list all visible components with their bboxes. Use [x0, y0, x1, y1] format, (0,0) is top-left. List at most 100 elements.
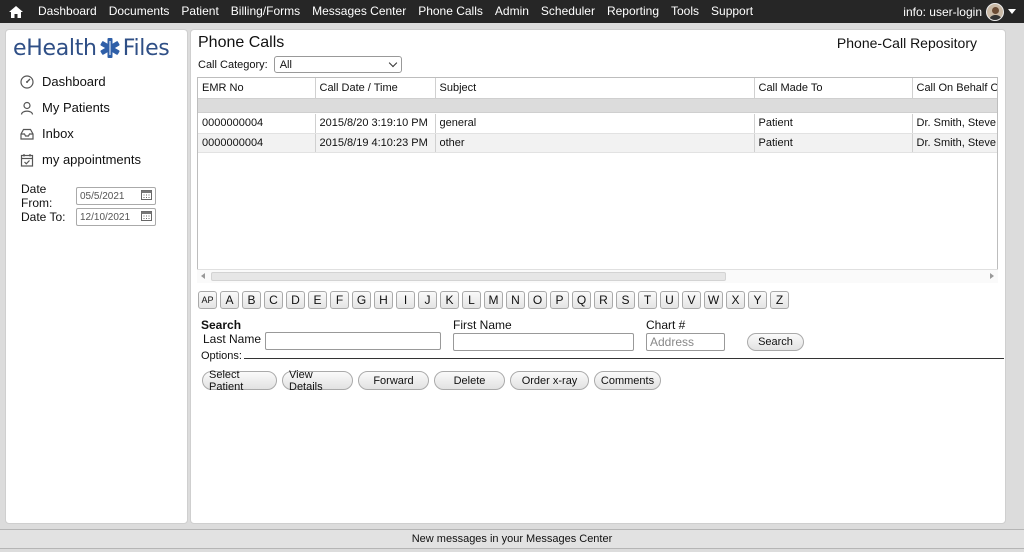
search-button[interactable]: Search — [747, 333, 804, 351]
phone-calls-grid: EMR No Call Date / Time Subject Call Mad… — [197, 77, 998, 283]
alpha-key-d[interactable]: D — [286, 291, 305, 309]
menu-reporting[interactable]: Reporting — [601, 0, 665, 23]
column-header-call-date-time[interactable]: Call Date / Time — [315, 78, 436, 99]
last-name-label: Last Name — [203, 332, 262, 346]
forward-button[interactable]: Forward — [358, 371, 429, 390]
alpha-key-c[interactable]: C — [264, 291, 283, 309]
date-to-value: 12/10/2021 — [80, 211, 131, 223]
user-menu[interactable]: info: user-login — [903, 0, 1016, 23]
view-details-button[interactable]: View Details — [282, 369, 353, 393]
star-of-life-icon — [99, 37, 121, 61]
search-heading: Search — [201, 318, 242, 332]
alpha-key-h[interactable]: H — [374, 291, 393, 309]
menu-support[interactable]: Support — [705, 0, 759, 23]
chart-number-label: Chart # — [646, 318, 686, 332]
column-header-subject[interactable]: Subject — [435, 78, 755, 99]
sidebar-item-my-patients[interactable]: My Patients — [20, 100, 110, 115]
top-nav-bar: Dashboard Documents Patient Billing/Form… — [0, 0, 1024, 23]
date-from-label: Date From: — [21, 182, 53, 210]
chevron-down-icon — [388, 58, 397, 68]
select-patient-button[interactable]: Select Patient — [202, 369, 277, 393]
alpha-key-r[interactable]: R — [594, 291, 613, 309]
alpha-key-p[interactable]: P — [550, 291, 569, 309]
cell-call-date-time: 2015/8/19 4:10:23 PM — [315, 133, 436, 153]
date-from-field[interactable]: 05/5/2021 — [76, 187, 156, 205]
user-label: info: user-login — [903, 4, 982, 19]
alpha-key-u[interactable]: U — [660, 291, 679, 309]
calendar-icon[interactable] — [141, 210, 152, 224]
order-x-ray-button[interactable]: Order x-ray — [510, 371, 589, 390]
menu-scheduler[interactable]: Scheduler — [535, 0, 601, 23]
alpha-key-m[interactable]: M — [484, 291, 503, 309]
comments-button[interactable]: Comments — [594, 371, 661, 390]
alpha-key-z[interactable]: Z — [770, 291, 789, 309]
sidebar-item-inbox[interactable]: Inbox — [20, 126, 74, 141]
alpha-key-j[interactable]: J — [418, 291, 437, 309]
scroll-right-icon[interactable] — [990, 273, 994, 279]
sidebar-item-dashboard[interactable]: Dashboard — [20, 74, 106, 89]
status-message[interactable]: New messages in your Messages Center — [412, 533, 613, 545]
alpha-key-n[interactable]: N — [506, 291, 525, 309]
options-label: Options: — [201, 350, 242, 362]
alpha-key-x[interactable]: X — [726, 291, 745, 309]
sidebar-item-my-appointments[interactable]: my appointments — [20, 152, 141, 167]
call-category-select[interactable]: All — [273, 56, 402, 73]
table-row[interactable]: 0000000004 2015/8/20 3:19:10 PM general … — [198, 114, 997, 134]
scroll-left-icon[interactable] — [201, 273, 205, 279]
alpha-key-l[interactable]: L — [462, 291, 481, 309]
date-to-field[interactable]: 12/10/2021 — [76, 208, 156, 226]
filter-row — [198, 98, 997, 113]
alpha-key-q[interactable]: Q — [572, 291, 591, 309]
menu-tools[interactable]: Tools — [665, 0, 705, 23]
date-to-row: Date To: 12/10/2021 — [21, 208, 156, 226]
action-buttons: Select Patient View Details Forward Dele… — [202, 369, 661, 393]
avatar — [986, 2, 1004, 21]
call-category-value: All — [279, 58, 292, 71]
alpha-key-w[interactable]: W — [704, 291, 723, 309]
calendar-check-icon — [20, 153, 34, 167]
alpha-key-f[interactable]: F — [330, 291, 349, 309]
alpha-key-g[interactable]: G — [352, 291, 371, 309]
menu-patient[interactable]: Patient — [175, 0, 224, 23]
alpha-key-o[interactable]: O — [528, 291, 547, 309]
menu-documents[interactable]: Documents — [103, 0, 176, 23]
menu-messages-center[interactable]: Messages Center — [306, 0, 412, 23]
cell-call-made-to: Patient — [754, 133, 913, 153]
date-to-label: Date To: — [21, 210, 66, 224]
chart-number-input[interactable]: Address — [646, 333, 725, 351]
column-header-call-made-to[interactable]: Call Made To — [754, 78, 913, 99]
cell-call-made-to: Patient — [754, 114, 913, 134]
last-name-input[interactable] — [265, 332, 441, 350]
logo-text-left: eHealth — [13, 36, 97, 61]
sidebar-item-label: Dashboard — [42, 74, 106, 89]
scrollbar-thumb[interactable] — [211, 272, 726, 281]
sidebar-item-label: My Patients — [42, 100, 110, 115]
alpha-key-t[interactable]: T — [638, 291, 657, 309]
alpha-key-ap[interactable]: AP — [198, 291, 217, 309]
caret-down-icon — [1008, 9, 1016, 14]
alpha-key-v[interactable]: V — [682, 291, 701, 309]
alpha-key-k[interactable]: K — [440, 291, 459, 309]
table-row[interactable]: 0000000004 2015/8/19 4:10:23 PM other Pa… — [198, 133, 997, 153]
alpha-key-e[interactable]: E — [308, 291, 327, 309]
alpha-key-a[interactable]: A — [220, 291, 239, 309]
sidebar: eHealth Files Dashboard My Patients Inbo… — [5, 29, 188, 524]
menu-admin[interactable]: Admin — [489, 0, 535, 23]
date-from-value: 05/5/2021 — [80, 190, 125, 202]
column-header-emr-no[interactable]: EMR No — [198, 78, 316, 99]
alpha-key-b[interactable]: B — [242, 291, 261, 309]
column-header-call-on-behalf-of[interactable]: Call On Behalf Of — [912, 78, 997, 99]
menu-phone-calls[interactable]: Phone Calls — [412, 0, 489, 23]
alpha-key-y[interactable]: Y — [748, 291, 767, 309]
home-icon[interactable] — [0, 0, 32, 23]
alpha-key-i[interactable]: I — [396, 291, 415, 309]
sidebar-item-label: my appointments — [42, 152, 141, 167]
first-name-input[interactable] — [453, 333, 634, 351]
menu-dashboard[interactable]: Dashboard — [32, 0, 103, 23]
calendar-icon[interactable] — [141, 189, 152, 203]
delete-button[interactable]: Delete — [434, 371, 505, 390]
horizontal-scrollbar[interactable] — [197, 269, 998, 283]
logo-text-right: Files — [122, 36, 170, 61]
menu-billing-forms[interactable]: Billing/Forms — [225, 0, 306, 23]
alpha-key-s[interactable]: S — [616, 291, 635, 309]
